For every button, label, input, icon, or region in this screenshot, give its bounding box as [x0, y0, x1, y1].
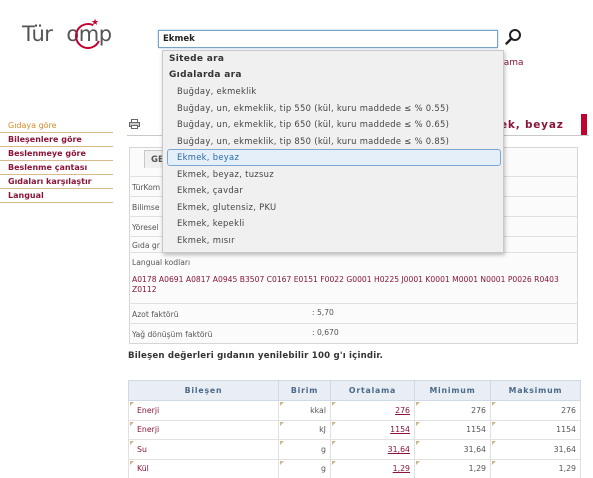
table-row: Enerji kJ 1154 1154 1154 [128, 419, 581, 440]
suggestion-section-foods: Gıdalarda ara [169, 70, 242, 80]
menu-item-components[interactable]: Bileşenlere göre [0, 133, 113, 147]
component-unit: kkal [278, 400, 331, 421]
values-note: Bileşen değerleri gıdanın yenilebilir 10… [128, 351, 384, 361]
title-accent-bar [581, 114, 587, 136]
nitrogen-row: Azot faktörü : 5,70 [129, 303, 578, 323]
menu-item-food[interactable]: Gıdaya göre [0, 119, 113, 133]
table-header-row: Bileşen Birim Ortalama Minimum Maksimum [128, 380, 581, 401]
composition-table: Bileşen Birim Ortalama Minimum Maksimum … [128, 380, 581, 478]
suggestion-item[interactable]: Buğday, ekmeklik [163, 83, 503, 100]
search-icon[interactable] [503, 27, 523, 47]
component-average-link[interactable]: 1,29 [330, 458, 415, 478]
component-max: 1,29 [490, 458, 581, 478]
component-max: 31,64 [490, 439, 581, 460]
component-average-link[interactable]: 1154 [330, 419, 415, 440]
fat-factor-label: Yağ dönüşüm faktörü [132, 330, 213, 339]
component-name[interactable]: Enerji [128, 419, 279, 440]
component-name[interactable]: Enerji [128, 400, 279, 421]
component-min: 1154 [414, 419, 491, 440]
col-header-minimum[interactable]: Minimum [414, 380, 491, 401]
suggestion-section-site[interactable]: Sitede ara [163, 51, 503, 67]
search-input-value: Ekmek [163, 34, 195, 44]
component-max: 276 [490, 400, 581, 421]
component-name[interactable]: Su [128, 439, 279, 460]
info-row-label: Gıda gr [132, 241, 160, 250]
logo-text-part1: Tür [22, 22, 53, 46]
nitrogen-label: Azot faktörü [132, 310, 179, 319]
logo-star-icon: ★ [91, 18, 100, 28]
fat-factor-row: Yağ dönüşüm faktörü : 0,670 [129, 323, 578, 343]
col-header-average[interactable]: Ortalama [330, 380, 415, 401]
component-unit: kJ [278, 419, 331, 440]
search-input[interactable]: Ekmek [158, 30, 498, 48]
col-header-maximum[interactable]: Maksimum [490, 380, 581, 401]
info-row-label: Bilimse [132, 203, 160, 212]
suggestion-item[interactable]: Ekmek, beyaz, tuzsuz [163, 166, 503, 183]
search-suggestions-dropdown: Sitede ara Gıdalarda ara Buğday, ekmekli… [162, 50, 504, 253]
component-average-link[interactable]: 276 [330, 400, 415, 421]
menu-item-langual[interactable]: Langual [0, 189, 113, 203]
food-title: ek, beyaz [500, 119, 564, 131]
suggestion-item[interactable]: Buğday, un, ekmeklik, tip 650 (kül, kuru… [163, 116, 503, 133]
component-unit: g [278, 458, 331, 478]
turkomp-logo[interactable]: Tür omp ★ [22, 18, 132, 53]
table-row: Su g 31,64 31,64 31,64 [128, 439, 581, 460]
suggestion-item[interactable]: Buğday, un, ekmeklik, tip 850 (kül, kuru… [163, 133, 503, 150]
table-row: Enerji kkal 276 276 276 [128, 400, 581, 421]
table-row: Kül g 1,29 1,29 1,29 [128, 458, 581, 478]
component-name[interactable]: Kül [128, 458, 279, 478]
suggestion-item-selected[interactable]: Ekmek, beyaz [167, 149, 501, 166]
component-min: 1,29 [414, 458, 491, 478]
col-header-component[interactable]: Bileşen [128, 380, 279, 401]
langual-label: Langual kodları [132, 258, 191, 267]
suggestion-item[interactable]: Ekmek, kepekli [163, 215, 503, 232]
col-header-unit[interactable]: Birim [278, 380, 331, 401]
suggestion-item[interactable]: Ekmek, çavdar [163, 182, 503, 199]
fat-factor-value: : 0,670 [312, 328, 339, 337]
component-min: 31,64 [414, 439, 491, 460]
langual-codes: A0178 A0691 A0817 A0945 B3507 C0167 E015… [132, 275, 559, 294]
menu-item-compare[interactable]: Gıdaları karşılaştır [0, 175, 113, 189]
component-average-link[interactable]: 31,64 [330, 439, 415, 460]
menu-item-nutrition[interactable]: Beslenmeye göre [0, 147, 113, 161]
nitrogen-value: : 5,70 [312, 308, 334, 317]
info-row-label: Yöresel [132, 223, 159, 232]
suggestion-item[interactable]: Ekmek, glutensiz, PKU [163, 199, 503, 216]
component-max: 1154 [490, 419, 581, 440]
component-min: 276 [414, 400, 491, 421]
print-icon[interactable] [129, 119, 140, 129]
component-unit: g [278, 439, 331, 460]
suggestion-item[interactable]: Buğday, un, ekmeklik, tip 550 (kül, kuru… [163, 100, 503, 117]
menu-item-lunchbox[interactable]: Beslenme çantası [0, 161, 113, 175]
info-row-label: TürKom [132, 183, 161, 192]
left-menu: Gıdaya göre Bileşenlere göre Beslenmeye … [0, 119, 113, 203]
suggestion-item[interactable]: Ekmek, mısır [163, 232, 503, 249]
